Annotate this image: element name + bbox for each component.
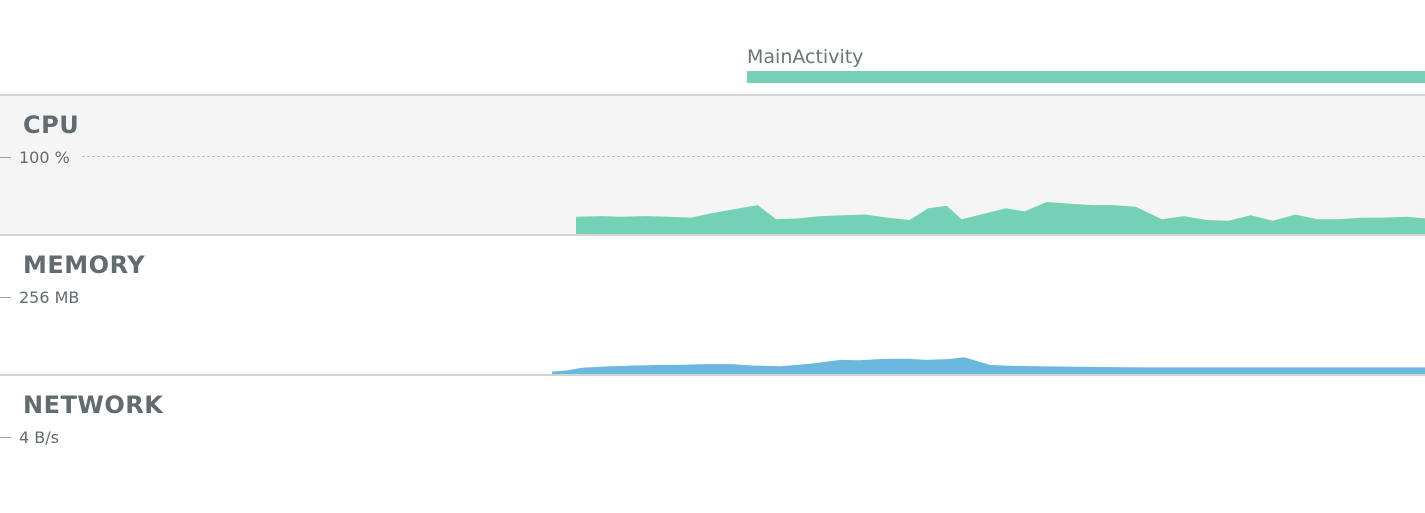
activity-track: MainActivity: [0, 0, 1425, 94]
cpu-usage-area: [576, 202, 1425, 234]
cpu-usage-chart: [576, 202, 1425, 234]
network-title: NETWORK: [23, 391, 164, 419]
network-monitor-panel[interactable]: NETWORK 4 B/s: [0, 376, 1425, 513]
network-axis-tick: [0, 437, 11, 438]
cpu-monitor-panel[interactable]: CPU 100 %: [0, 96, 1425, 234]
activity-label[interactable]: MainActivity: [747, 46, 863, 68]
memory-usage-chart: [552, 357, 1425, 374]
memory-monitor-panel[interactable]: MEMORY 256 MB: [0, 236, 1425, 374]
network-axis-max-label: 4 B/s: [19, 428, 59, 447]
memory-usage-area: [552, 357, 1425, 374]
activity-bar[interactable]: [747, 71, 1425, 83]
